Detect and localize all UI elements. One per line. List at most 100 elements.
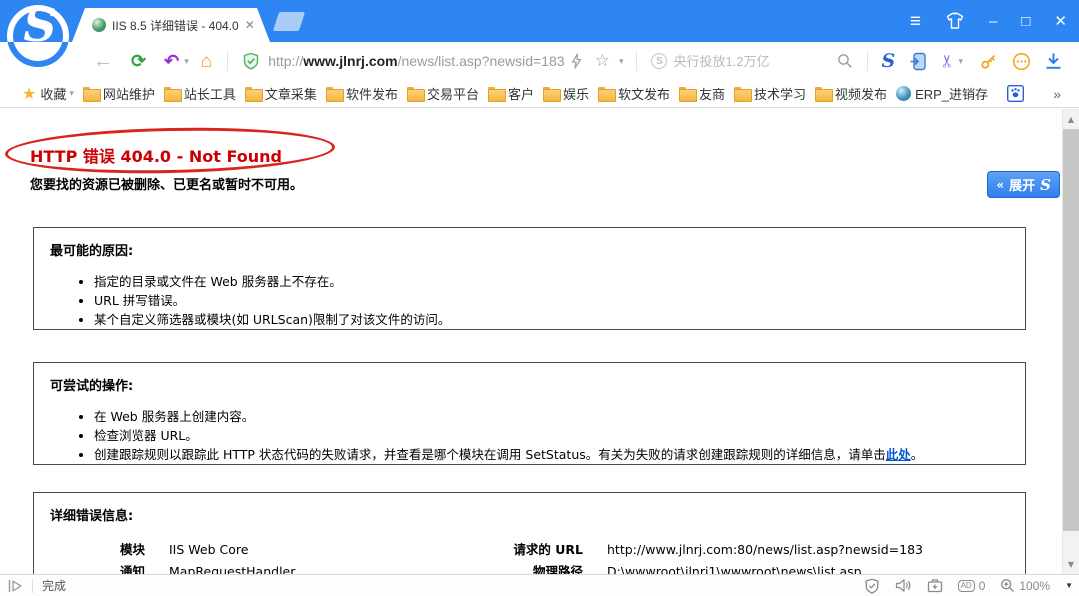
undo-icon[interactable]: ↶ [155, 52, 181, 70]
notification-label: 通知 [50, 561, 145, 574]
bookmark-folder[interactable]: 客户 [488, 84, 534, 103]
favorites-button[interactable]: ★ 收藏 ▾ [22, 84, 74, 104]
security-check-icon[interactable] [864, 578, 880, 594]
bookmark-label: 客户 [508, 84, 534, 103]
bookmark-dropdown-icon[interactable]: ▾ [616, 56, 627, 67]
browser-window: IIS 8.5 详细错误 - 404.0 ✕ ≡ – □ ✕ S S ← ⟳ ↶… [0, 0, 1079, 596]
error-subtitle: 您要找的资源已被删除、已更名或暂时不可用。 [30, 174, 303, 193]
lightning-icon[interactable] [570, 53, 583, 69]
here-link[interactable]: 此处 [886, 447, 911, 462]
adblock-icon[interactable]: AD 0 [958, 579, 986, 593]
bullet-item: 创建跟踪规则以跟踪此 HTTP 状态代码的失败请求，并查看是哪个模块在调用 Se… [94, 445, 1009, 464]
table-row: 模块 IIS Web Core 请求的 URL http://www.jlnrj… [50, 539, 1009, 561]
physical-path-value: D:\wwwroot\jlnrj1\wwwroot\news\list.asp [607, 561, 1009, 574]
folder-icon [734, 87, 750, 100]
sogou-search-icon: S [651, 53, 667, 69]
scissors-icon[interactable]: ✂ [938, 54, 958, 68]
vertical-scrollbar[interactable]: ▲ ▼ [1062, 109, 1079, 574]
download-icon[interactable] [1045, 52, 1062, 70]
scroll-down-icon[interactable]: ▼ [1063, 556, 1079, 572]
status-divider [32, 579, 33, 593]
undo-dropdown-icon[interactable]: ▾ [181, 56, 192, 67]
corner-caret-icon[interactable]: ▼ [1065, 581, 1073, 590]
sogou-logo[interactable]: S S [2, 2, 78, 80]
detailed-error-box: 详细错误信息: 模块 IIS Web Core 请求的 URL http://w… [33, 492, 1026, 574]
back-icon[interactable]: ← [84, 51, 122, 71]
skin-icon[interactable] [945, 12, 965, 30]
search-input[interactable] [673, 54, 829, 69]
folder-icon [245, 87, 261, 100]
bookmark-folder[interactable]: 文章采集 [245, 84, 317, 103]
search-box[interactable]: S [643, 53, 861, 69]
bookmark-folder[interactable]: 娱乐 [543, 84, 589, 103]
refresh-icon[interactable]: ⟳ [122, 52, 155, 70]
security-shield-icon[interactable] [242, 52, 260, 70]
folder-icon [543, 87, 559, 100]
url-prefix: http:// [268, 53, 303, 69]
bookmark-star-icon[interactable]: ☆ [589, 51, 616, 71]
close-button[interactable]: ✕ [1054, 14, 1067, 29]
bullet-item: 检查浏览器 URL。 [94, 426, 1009, 445]
speaker-icon[interactable] [895, 578, 912, 593]
bookmark-folder[interactable]: 技术学习 [734, 84, 806, 103]
bookmark-label: 娱乐 [563, 84, 589, 103]
folder-icon [815, 87, 831, 100]
expand-sidebar-button[interactable]: « 展开 S [987, 171, 1060, 198]
favorites-star-icon: ★ [22, 84, 36, 104]
table-row: 通知 MapRequestHandler 物理路径 D:\wwwroot\jln… [50, 561, 1009, 574]
search-icon[interactable] [837, 53, 853, 69]
bookmark-folder[interactable]: 软件发布 [326, 84, 398, 103]
requested-url-value: http://www.jlnrj.com:80/news/list.asp?ne… [607, 539, 1009, 561]
ad-count: 0 [979, 579, 986, 593]
maximize-button[interactable]: □ [1021, 14, 1030, 29]
folder-icon [326, 87, 342, 100]
url-text: http://www.jlnrj.com/news/list.asp?newsi… [268, 53, 564, 69]
bookmarks-overflow-icon[interactable]: » [1043, 86, 1071, 102]
bookmark-folder[interactable]: 友商 [679, 84, 725, 103]
favorites-dropdown-icon: ▾ [69, 88, 74, 99]
address-bar[interactable]: http://www.jlnrj.com/news/list.asp?newsi… [234, 51, 630, 71]
scrollbar-thumb[interactable] [1063, 129, 1079, 531]
ad-badge: AD [958, 580, 975, 592]
minimize-button[interactable]: – [989, 14, 997, 29]
scroll-up-icon[interactable]: ▲ [1063, 111, 1079, 127]
tab-close-icon[interactable]: ✕ [245, 18, 255, 32]
bookmark-erp[interactable]: ERP_进销存 [896, 84, 988, 103]
globe-favicon-icon [92, 18, 106, 32]
module-label: 模块 [50, 539, 145, 561]
browser-tab[interactable]: IIS 8.5 详细错误 - 404.0 ✕ [72, 8, 270, 42]
bookmark-folder[interactable]: 网站维护 [83, 84, 155, 103]
menu-icon[interactable]: ≡ [910, 12, 921, 31]
window-controls: ≡ – □ ✕ [910, 0, 1067, 42]
paw-bookmark-icon[interactable] [1007, 85, 1024, 102]
zoom-control[interactable]: 100% [1000, 578, 1050, 593]
bookmark-folder[interactable]: 站长工具 [164, 84, 236, 103]
bookmarks-bar: ★ 收藏 ▾ 网站维护 站长工具 文章采集 软件发布 交易平台 客户 娱乐 软文… [0, 80, 1079, 108]
expand-label: 展开 [1009, 175, 1035, 194]
error-title: HTTP 错误 404.0 - Not Found [30, 143, 282, 167]
favorites-label: 收藏 [40, 84, 66, 103]
password-key-icon[interactable] [980, 52, 998, 70]
medicine-box-icon[interactable] [927, 578, 943, 593]
box-heading: 详细错误信息: [50, 505, 1009, 524]
status-bar: 完成 AD 0 100% ▼ [0, 574, 1079, 596]
feedback-smiley-icon[interactable] [1012, 52, 1031, 71]
module-value: IIS Web Core [169, 539, 447, 561]
send-to-phone-icon[interactable] [909, 52, 927, 71]
probable-causes-box: 最可能的原因: 指定的目录或文件在 Web 服务器上不存在。 URL 拼写错误。… [33, 227, 1026, 330]
toolbar-divider [867, 51, 868, 71]
bookmark-label: 友商 [699, 84, 725, 103]
folder-icon [83, 87, 99, 100]
folder-icon [488, 87, 504, 100]
reader-play-icon[interactable] [8, 579, 23, 593]
bookmark-folder[interactable]: 视频发布 [815, 84, 887, 103]
home-icon[interactable]: ⌂ [192, 52, 221, 71]
expand-chevron: « [996, 178, 1004, 192]
new-tab-button[interactable] [273, 12, 305, 31]
sogou-extension-icon[interactable]: S [881, 50, 895, 72]
bookmark-label: 视频发布 [835, 84, 887, 103]
folder-icon [679, 87, 695, 100]
bookmark-folder[interactable]: 软文发布 [598, 84, 670, 103]
bookmark-folder[interactable]: 交易平台 [407, 84, 479, 103]
bullet-list: 指定的目录或文件在 Web 服务器上不存在。 URL 拼写错误。 某个自定义筛选… [50, 272, 1009, 329]
